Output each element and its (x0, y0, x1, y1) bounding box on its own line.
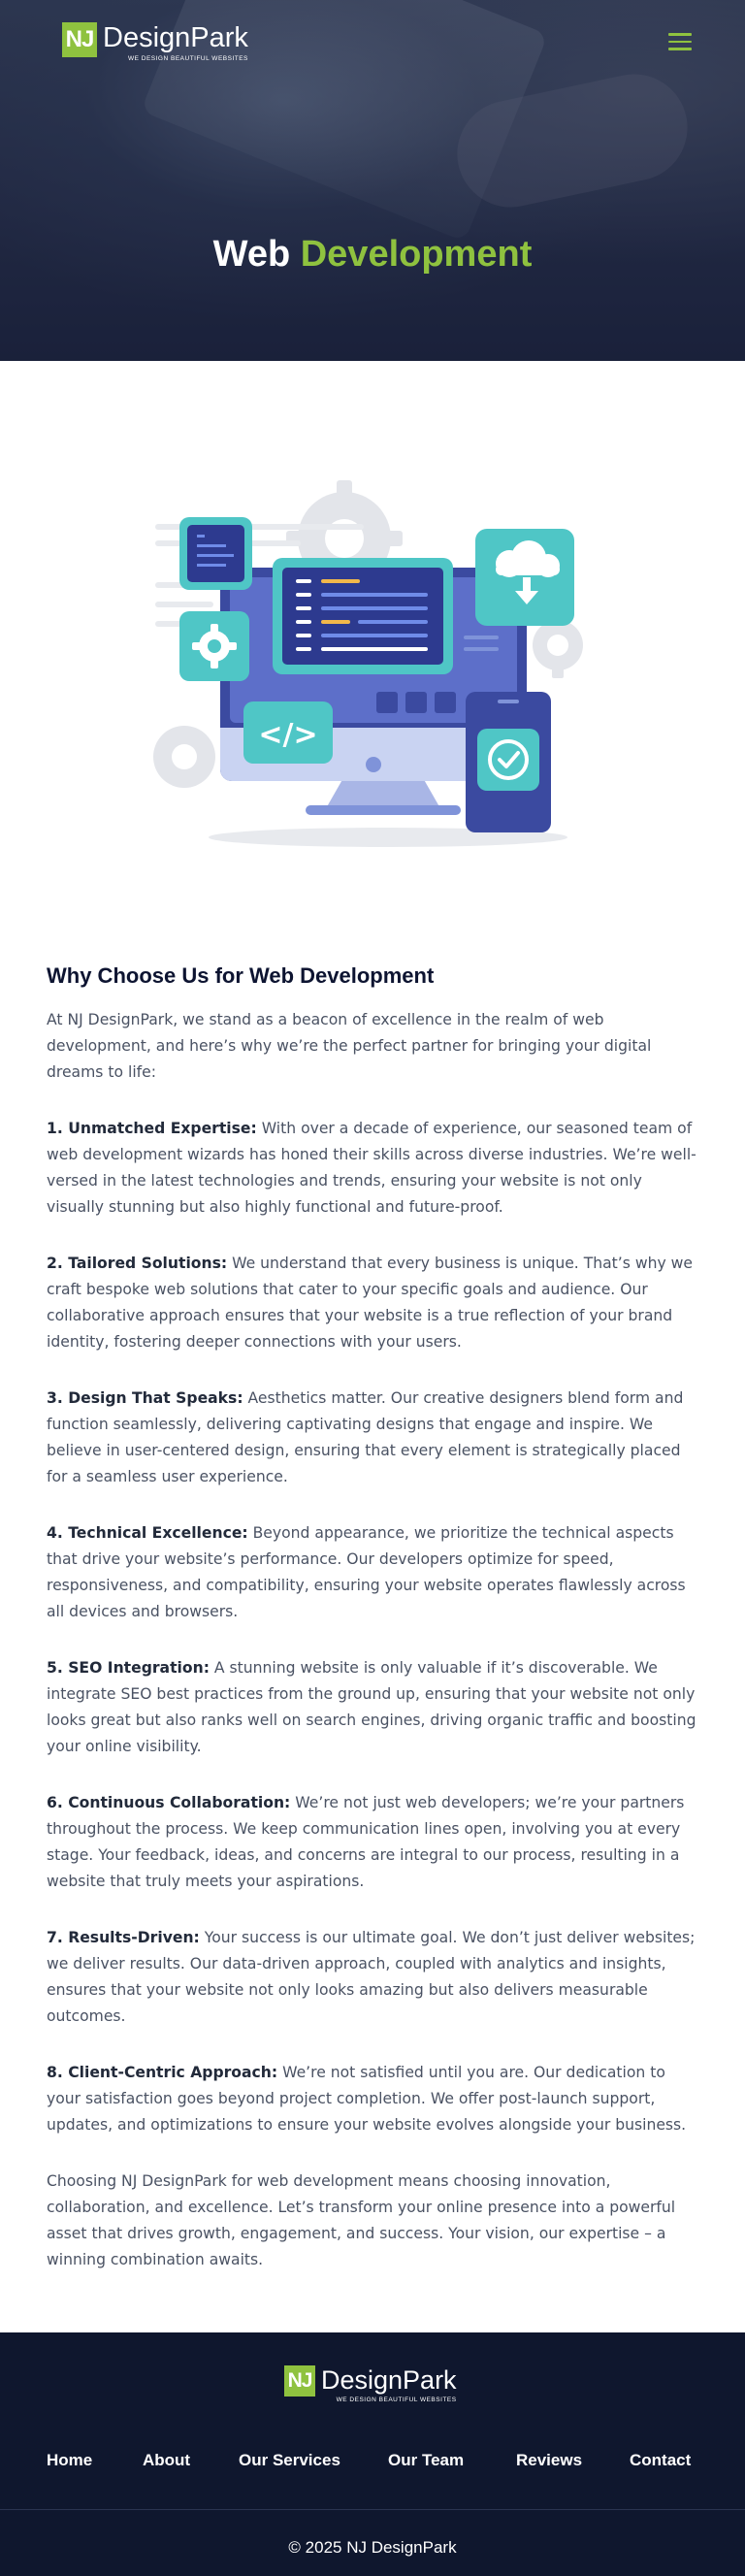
menu-bar (668, 40, 692, 43)
page-title-part2: Development (300, 234, 533, 276)
site-footer: NJ DesignPark WE DESIGN BEAUTIFUL WEBSIT… (0, 2332, 745, 2576)
point-title: 5. SEO Integration: (47, 1659, 210, 1677)
web-development-illustration: </> (153, 480, 583, 847)
checkmark-icon (477, 729, 539, 791)
point-item: 1. Unmatched Expertise: With over a deca… (47, 1116, 698, 1221)
point-item: 2. Tailored Solutions: We understand tha… (47, 1251, 698, 1355)
logo-tagline: WE DESIGN BEAUTIFUL WEBSITES (336, 2397, 457, 2403)
point-title: 6. Continuous Collaboration: (47, 1794, 291, 1811)
point-title: 7. Results-Driven: (47, 1929, 200, 1946)
footer-link-our-services[interactable]: Our Services (239, 2451, 340, 2470)
point-title: 1. Unmatched Expertise: (47, 1120, 257, 1137)
menu-bar (668, 33, 692, 36)
footer-link-contact[interactable]: Contact (630, 2451, 691, 2470)
point-item: 5. SEO Integration: A stunning website i… (47, 1655, 698, 1760)
hamburger-menu-icon[interactable] (668, 33, 692, 50)
point-item: 4. Technical Excellence: Beyond appearan… (47, 1520, 698, 1625)
footer-link-about[interactable]: About (143, 2451, 190, 2470)
logo-name: DesignPark (321, 2365, 457, 2395)
footer-nav: Home About Our Services Our Team Reviews… (0, 2447, 745, 2476)
hero-banner: NJ DesignPark WE DESIGN BEAUTIFUL WEBSIT… (0, 0, 745, 361)
point-title: 3. Design That Speaks: (47, 1389, 243, 1407)
point-item: 8. Client-Centric Approach: We’re not sa… (47, 2060, 698, 2138)
footer-divider (0, 2509, 745, 2510)
closing-paragraph: Choosing NJ DesignPark for web developme… (47, 2172, 676, 2268)
header-logo[interactable]: NJ DesignPark WE DESIGN BEAUTIFUL WEBSIT… (62, 22, 248, 62)
copyright-text: © 2025 NJ DesignPark (288, 2538, 457, 2557)
footer-link-home[interactable]: Home (47, 2451, 92, 2470)
logo-tagline: WE DESIGN BEAUTIFUL WEBSITES (127, 55, 248, 62)
page-title: Web Development (0, 234, 745, 276)
logo-text: DesignPark WE DESIGN BEAUTIFUL WEBSITES (321, 2365, 457, 2403)
footer-logo[interactable]: NJ DesignPark WE DESIGN BEAUTIFUL WEBSIT… (284, 2365, 457, 2403)
intro-paragraph: At NJ DesignPark, we stand as a beacon o… (47, 1011, 652, 1081)
page-title-part1: Web (212, 234, 291, 276)
section-heading: Why Choose Us for Web Development (47, 963, 435, 988)
why-choose-us-section: Why Choose Us for Web Development At NJ … (47, 961, 698, 2303)
point-title: 8. Client-Centric Approach: (47, 2064, 278, 2081)
point-title: 4. Technical Excellence: (47, 1524, 248, 1542)
svg-text:</>: </> (258, 718, 317, 752)
logo-mark: NJ (62, 22, 97, 57)
point-item: 3. Design That Speaks: Aesthetics matter… (47, 1386, 698, 1490)
point-item: 7. Results-Driven: Your success is our u… (47, 1925, 698, 2030)
point-item: 6. Continuous Collaboration: We’re not j… (47, 1790, 698, 1895)
menu-bar (668, 48, 692, 50)
logo-name: DesignPark (103, 22, 248, 53)
point-title: 2. Tailored Solutions: (47, 1255, 228, 1272)
logo-text: DesignPark WE DESIGN BEAUTIFUL WEBSITES (103, 22, 248, 62)
footer-link-reviews[interactable]: Reviews (516, 2451, 582, 2470)
logo-mark: NJ (284, 2365, 315, 2397)
footer-link-our-team[interactable]: Our Team (388, 2451, 464, 2470)
